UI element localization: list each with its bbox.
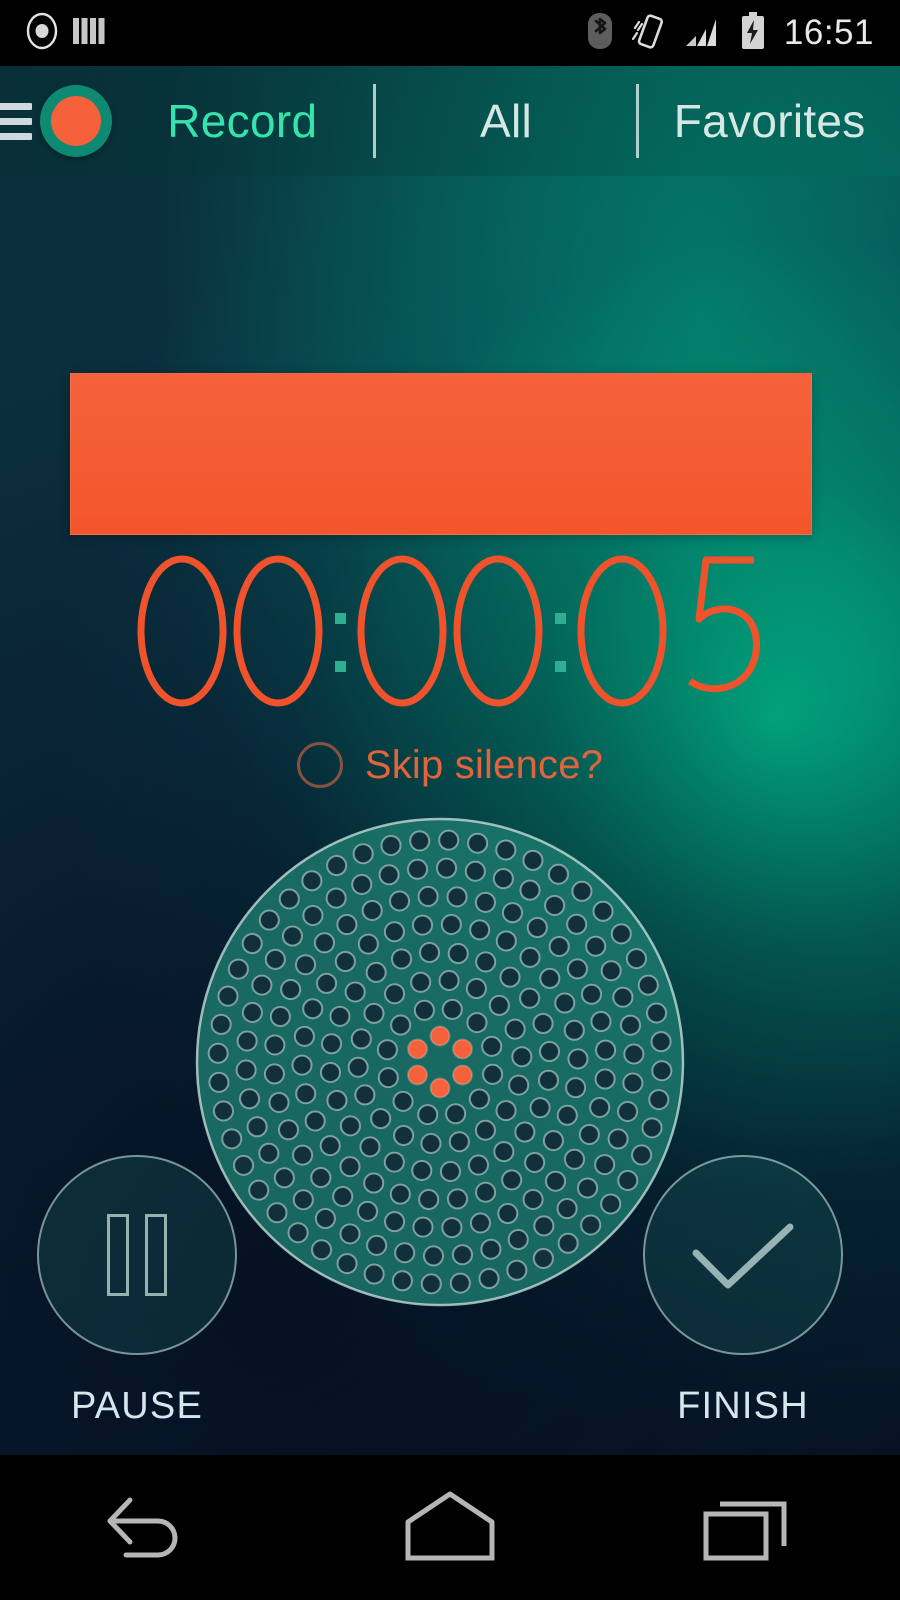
timer-digit <box>230 551 326 711</box>
vibrate-mode-icon <box>631 11 666 56</box>
timer-digit <box>574 551 670 711</box>
skip-silence-label: Skip silence? <box>364 742 604 787</box>
hamburger-menu-icon[interactable] <box>0 102 32 140</box>
equalizer-icon <box>72 15 106 52</box>
home-button[interactable] <box>300 1455 600 1600</box>
status-bar-right-icons: 16:51 <box>586 11 900 56</box>
microphone-grille[interactable] <box>194 816 686 1308</box>
home-icon <box>400 1488 500 1568</box>
timer-digit <box>354 551 450 711</box>
finish-button[interactable]: FINISH <box>643 1155 843 1428</box>
skip-silence-row[interactable]: Skip silence? <box>0 735 900 795</box>
timer-separator <box>546 551 574 711</box>
pause-button-label: PAUSE <box>70 1385 203 1427</box>
timer-digit <box>450 551 546 711</box>
pause-icon <box>107 1214 167 1296</box>
recents-icon <box>702 1488 798 1568</box>
tab-favorites[interactable]: Favorites <box>639 66 900 176</box>
status-bar-clock: 16:51 <box>783 13 874 52</box>
back-button[interactable] <box>0 1455 300 1600</box>
tab-divider <box>372 84 376 158</box>
bluetooth-icon <box>586 11 614 56</box>
tab-all[interactable]: All <box>376 66 637 176</box>
recording-timer <box>0 548 900 713</box>
skip-silence-checkbox[interactable] <box>296 742 343 788</box>
finish-button-label: FINISH <box>677 1385 809 1427</box>
pause-button[interactable]: PAUSE <box>37 1155 237 1428</box>
tab-bar: Record All Favorites <box>112 66 900 176</box>
back-arrow-icon <box>104 1488 196 1568</box>
action-bar: Record All Favorites <box>0 66 900 176</box>
record-indicator-icon <box>26 12 58 55</box>
status-bar: 16:51 <box>0 0 900 66</box>
battery-charging-icon <box>740 11 766 55</box>
app-brand[interactable] <box>0 85 112 157</box>
timer-digit <box>134 551 230 711</box>
recents-button[interactable] <box>600 1455 900 1600</box>
tab-record[interactable]: Record <box>112 66 373 176</box>
android-navigation-bar <box>0 1455 900 1600</box>
signal-bars-icon <box>684 14 722 53</box>
tab-divider <box>636 84 640 158</box>
finish-button-circle[interactable] <box>643 1155 843 1355</box>
app-logo-record-icon[interactable] <box>40 85 112 157</box>
pause-button-circle[interactable] <box>37 1155 237 1355</box>
status-bar-left-icons <box>0 12 106 55</box>
check-icon <box>688 1215 798 1295</box>
timer-separator <box>326 551 354 711</box>
phone-screen: 16:51 Record All Favorites Skip silence?… <box>0 0 900 1600</box>
timer-digit <box>670 551 766 711</box>
audio-level-bar <box>70 373 812 535</box>
